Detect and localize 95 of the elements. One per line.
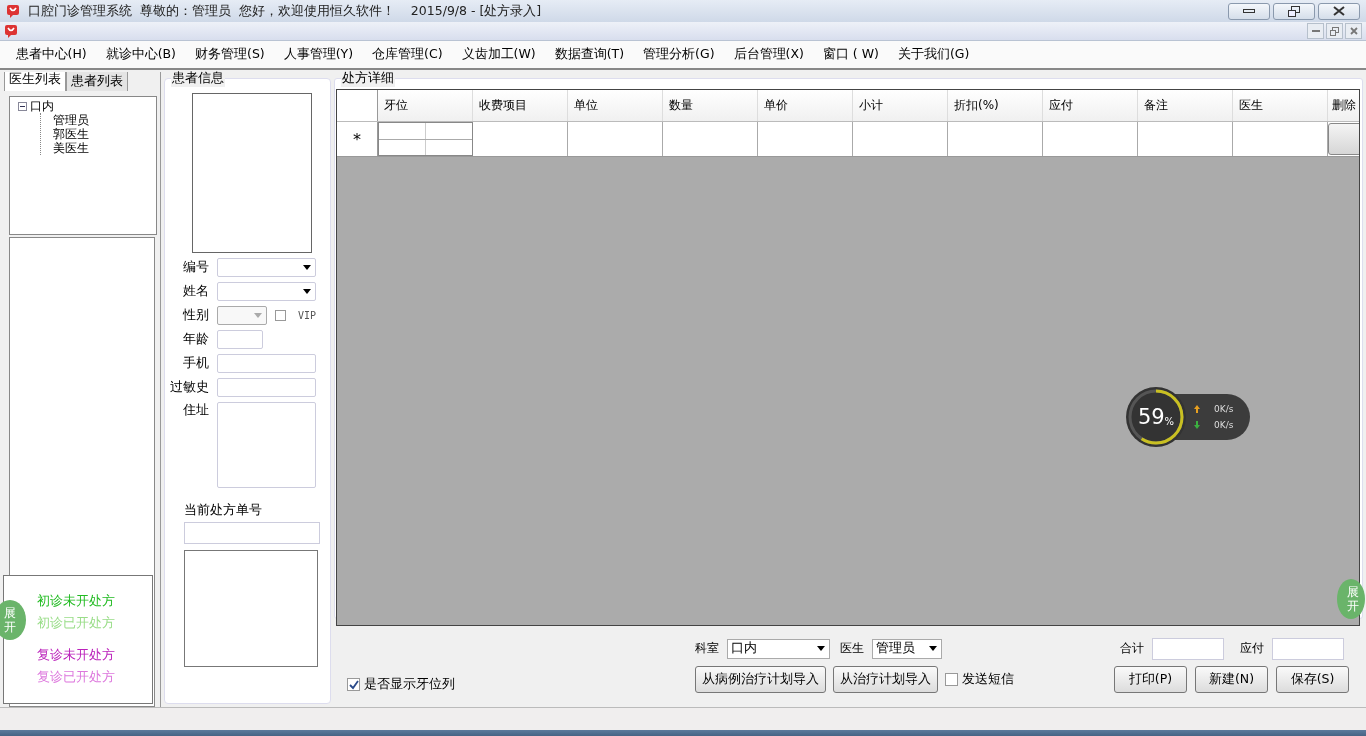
- collapse-icon[interactable]: [18, 101, 27, 111]
- column-header[interactable]: 单位: [568, 90, 663, 121]
- table-cell[interactable]: [378, 122, 473, 156]
- dropdown-arrow-icon: [303, 265, 311, 270]
- minimize-button[interactable]: [1228, 2, 1270, 20]
- input-field[interactable]: [217, 330, 263, 349]
- menu-item[interactable]: 人事管理(Y): [274, 46, 363, 63]
- menu-item[interactable]: 窗口 ( W): [813, 46, 889, 63]
- menu-item[interactable]: 仓库管理(C): [362, 46, 453, 63]
- tree-node[interactable]: 口内: [30, 99, 54, 113]
- checkbox-label: 发送短信: [962, 671, 1014, 688]
- vip-label: VIP: [298, 310, 317, 321]
- close-icon: [1349, 27, 1358, 35]
- download-rate: 0K/s: [1214, 420, 1234, 430]
- group-title: 处方详细: [341, 70, 395, 87]
- action-button[interactable]: 新建(N): [1195, 666, 1268, 693]
- menu-item[interactable]: 患者中心(H): [6, 46, 97, 63]
- legend-label: 复诊已开处方: [37, 669, 116, 686]
- close-button[interactable]: [1318, 2, 1360, 20]
- legend-label: 初诊未开处方: [37, 593, 116, 610]
- tab[interactable]: 患者列表: [66, 72, 128, 91]
- input-field[interactable]: [1272, 637, 1344, 660]
- delete-button[interactable]: [1328, 123, 1359, 155]
- field-label: 住址: [182, 402, 209, 419]
- restore-icon: [1288, 5, 1300, 17]
- action-button[interactable]: 打印(P): [1114, 666, 1187, 693]
- column-header[interactable]: 收费项目: [473, 90, 568, 121]
- menu-item[interactable]: 关于我们(G): [888, 46, 979, 63]
- text-area[interactable]: [184, 550, 318, 667]
- column-header[interactable]: 应付: [1043, 90, 1138, 121]
- doctor-dropdown[interactable]: 管理员: [872, 638, 942, 659]
- column-header[interactable]: 备注: [1138, 90, 1233, 121]
- column-header[interactable]: 数量: [663, 90, 758, 121]
- upload-rate: 0K/s: [1214, 404, 1234, 414]
- legend-label: 初诊已开处方: [37, 615, 116, 632]
- action-button[interactable]: 保存(S): [1276, 666, 1349, 693]
- field-label: 手机: [182, 355, 209, 372]
- field-label: 年龄: [182, 331, 209, 348]
- restore-icon: [1330, 26, 1339, 36]
- column-header[interactable]: 单价: [758, 90, 853, 121]
- input-field[interactable]: [1152, 637, 1224, 660]
- input-field[interactable]: [217, 354, 316, 373]
- column-header[interactable]: 医生: [1233, 90, 1328, 121]
- field-label: 性别: [182, 307, 209, 324]
- app-icon: [6, 4, 20, 18]
- input-field[interactable]: [184, 522, 320, 544]
- gender-dropdown[interactable]: [217, 306, 267, 325]
- menu-item[interactable]: 财务管理(S): [185, 46, 275, 63]
- dropdown-field[interactable]: [217, 282, 316, 301]
- dropdown-arrow-icon: [254, 313, 262, 318]
- tree-node[interactable]: 郭医生: [53, 127, 148, 141]
- field-label: 科室: [695, 640, 719, 657]
- column-header[interactable]: 牙位: [378, 90, 473, 121]
- tree-node[interactable]: 美医生: [53, 141, 148, 155]
- field-label: 医生: [840, 640, 864, 657]
- import-button[interactable]: 从病例治疗计划导入: [695, 666, 826, 693]
- field-label: 应付: [1240, 640, 1264, 657]
- legend-label: 复诊未开处方: [37, 647, 116, 664]
- download-arrow-icon: [1194, 421, 1200, 429]
- field-label: 过敏史: [169, 379, 209, 396]
- usage-percent: 59: [1137, 405, 1165, 429]
- vip-checkbox[interactable]: [275, 310, 286, 321]
- minimize-icon: [1311, 29, 1320, 33]
- upload-arrow-icon: [1194, 405, 1200, 413]
- menu-item[interactable]: 就诊中心(B): [96, 46, 186, 63]
- field-label: 编号: [182, 259, 209, 276]
- checkbox-label: 是否显示牙位列: [364, 676, 455, 693]
- document-icon: [4, 24, 18, 38]
- field-label: 姓名: [182, 283, 209, 300]
- checkbox[interactable]: [347, 678, 360, 691]
- column-header[interactable]: 折扣(%): [948, 90, 1043, 121]
- dropdown-field[interactable]: [217, 258, 316, 277]
- input-field[interactable]: [217, 378, 316, 397]
- menu-item[interactable]: 数据查询(T): [545, 46, 634, 63]
- import-button[interactable]: 从治疗计划导入: [833, 666, 938, 693]
- dropdown-arrow-icon: [303, 289, 311, 294]
- field-label: 当前处方单号: [184, 502, 262, 519]
- percent-unit: %: [1164, 415, 1175, 427]
- window-subtitle: 2015/9/8 - [处方录入]: [409, 2, 542, 20]
- menu-item[interactable]: 义齿加工(W): [452, 46, 546, 63]
- minimize-icon: [1243, 8, 1255, 14]
- window-title: 口腔门诊管理系统 尊敬的：管理员 您好，欢迎使用恒久软件！: [28, 2, 395, 20]
- dropdown-arrow-icon: [817, 646, 825, 651]
- tab[interactable]: 医生列表: [4, 72, 66, 91]
- menu-item[interactable]: 后台管理(X): [724, 46, 814, 63]
- field-label: 合计: [1120, 640, 1144, 657]
- tree-node[interactable]: 管理员: [53, 113, 148, 127]
- menu-item[interactable]: 管理分析(G): [633, 46, 725, 63]
- close-icon: [1333, 6, 1345, 16]
- checkbox[interactable]: [945, 673, 958, 686]
- dropdown-arrow-icon: [929, 646, 937, 651]
- department-dropdown[interactable]: 口内: [727, 638, 830, 659]
- group-title: 患者信息: [171, 70, 225, 87]
- column-header[interactable]: 小计: [853, 90, 948, 121]
- restore-button[interactable]: [1273, 2, 1315, 20]
